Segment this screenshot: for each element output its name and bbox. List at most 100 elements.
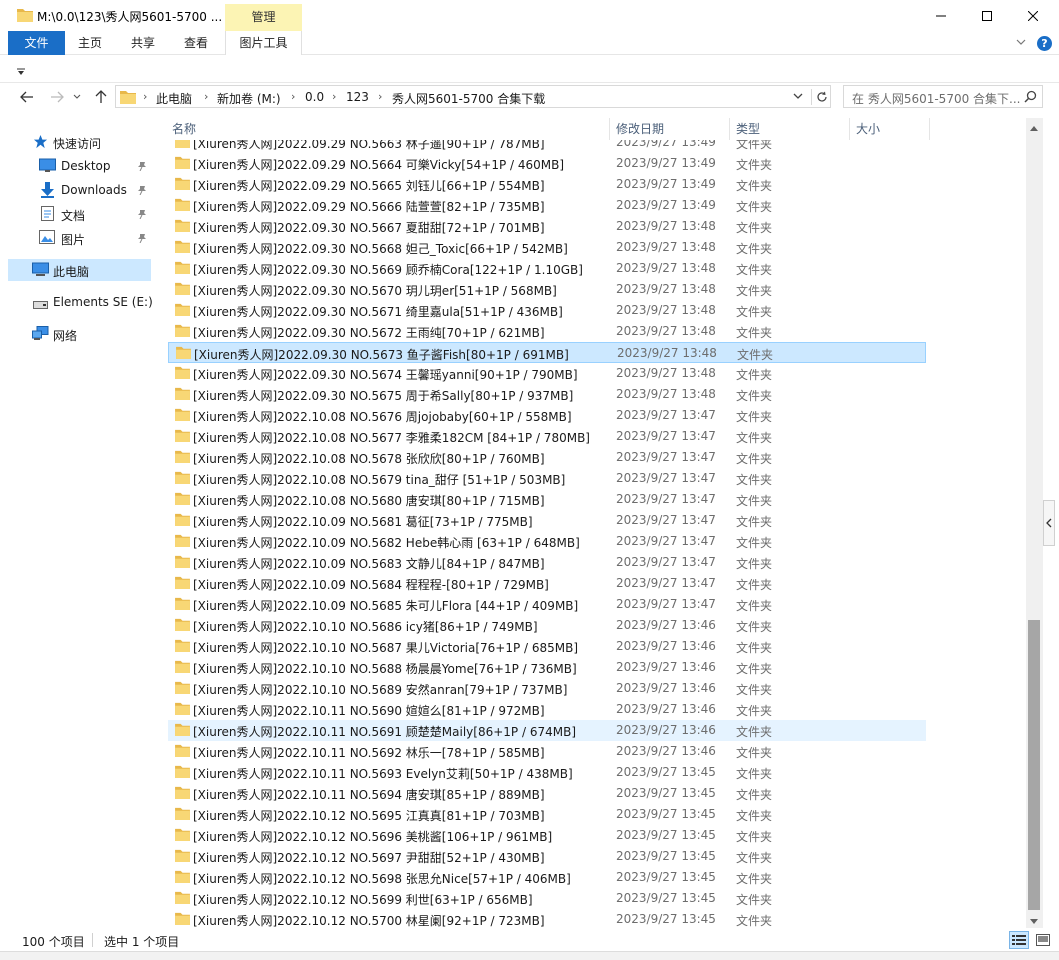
vertical-scrollbar[interactable] — [1026, 118, 1043, 928]
file-row[interactable]: [Xiuren秀人网]2022.09.30 NO.5674 王馨瑶yanni[9… — [168, 363, 926, 384]
large-icons-view-button[interactable] — [1033, 931, 1053, 949]
pin-icon[interactable] — [137, 184, 147, 198]
file-row[interactable]: [Xiuren秀人网]2022.10.09 NO.5684 程程程-[80+1P… — [168, 573, 926, 594]
file-row[interactable]: [Xiuren秀人网]2022.09.29 NO.5665 刘钰儿[66+1P … — [168, 174, 926, 195]
file-row[interactable]: [Xiuren秀人网]2022.10.11 NO.5694 唐安琪[85+1P … — [168, 783, 926, 804]
file-row[interactable]: [Xiuren秀人网]2022.10.10 NO.5686 icy猪[86+1P… — [168, 615, 926, 636]
file-row[interactable]: [Xiuren秀人网]2022.09.30 NO.5675 周于希Sally[8… — [168, 384, 926, 405]
file-row[interactable]: [Xiuren秀人网]2022.10.09 NO.5681 葛征[73+1P /… — [168, 510, 926, 531]
nav-item-this-pc[interactable]: 此电脑 — [8, 259, 151, 281]
file-row[interactable]: [Xiuren秀人网]2022.10.10 NO.5687 果儿Victoria… — [168, 636, 926, 657]
file-row[interactable]: [Xiuren秀人网]2022.10.09 NO.5683 文静儿[84+1P … — [168, 552, 926, 573]
file-row[interactable]: [Xiuren秀人网]2022.09.29 NO.5666 陆萱萱[82+1P … — [168, 195, 926, 216]
pin-icon[interactable] — [137, 208, 147, 222]
close-button[interactable] — [1010, 0, 1056, 31]
file-row[interactable]: [Xiuren秀人网]2022.09.29 NO.5664 可樂Vicky[54… — [168, 153, 926, 174]
column-header-type[interactable]: 类型 — [730, 118, 850, 140]
folder-icon — [175, 849, 190, 865]
file-row[interactable]: [Xiuren秀人网]2022.09.30 NO.5673 鱼子酱Fish[80… — [168, 342, 926, 363]
file-row[interactable]: [Xiuren秀人网]2022.10.11 NO.5691 顾楚楚Maily[8… — [168, 720, 926, 741]
file-row[interactable]: [Xiuren秀人网]2022.10.11 NO.5692 林乐一[78+1P … — [168, 741, 926, 762]
forward-button[interactable] — [46, 87, 68, 107]
file-row[interactable]: [Xiuren秀人网]2022.10.08 NO.5677 李雅柔182CM [… — [168, 426, 926, 447]
maximize-button[interactable] — [964, 0, 1010, 31]
chevron-right-icon[interactable]: › — [291, 90, 295, 103]
file-row[interactable]: [Xiuren秀人网]2022.10.08 NO.5679 tina_甜仔 [5… — [168, 468, 926, 489]
tab-picture-tools[interactable]: 图片工具 — [225, 31, 302, 55]
address-bar[interactable]: › 此电脑 › 新加卷 (M:) › 0.0 › 123 › 秀人网5601-5… — [115, 85, 831, 108]
column-header-date[interactable]: 修改日期 — [610, 118, 730, 140]
file-row[interactable]: [Xiuren秀人网]2022.09.30 NO.5667 夏甜甜[72+1P … — [168, 216, 926, 237]
breadcrumb-current-folder[interactable]: 秀人网5601-5700 合集下载 — [392, 90, 545, 107]
folder-icon — [175, 471, 190, 487]
breadcrumb-folder-0-0[interactable]: 0.0 — [305, 90, 324, 104]
tab-view[interactable]: 查看 — [172, 31, 220, 55]
file-row[interactable]: [Xiuren秀人网]2022.10.10 NO.5689 安然anran[79… — [168, 678, 926, 699]
scrollbar-thumb[interactable] — [1028, 620, 1040, 910]
pin-icon[interactable] — [137, 232, 147, 246]
file-row[interactable]: [Xiuren秀人网]2022.09.29 NO.5663 林子遥[90+1P … — [168, 140, 926, 153]
pin-icon[interactable] — [137, 160, 147, 174]
file-name: [Xiuren秀人网]2022.10.11 NO.5693 Evelyn艾莉[5… — [193, 767, 573, 781]
folder-icon — [175, 198, 190, 214]
file-row[interactable]: [Xiuren秀人网]2022.09.30 NO.5669 顾乔楠Cora[12… — [168, 258, 926, 279]
nav-item-downloads[interactable]: Downloads — [0, 179, 152, 201]
file-row[interactable]: [Xiuren秀人网]2022.10.09 NO.5685 朱可儿Flora [… — [168, 594, 926, 615]
search-icon[interactable] — [1024, 90, 1037, 106]
breadcrumb-drive[interactable]: 新加卷 (M:) — [217, 90, 281, 107]
nav-label: Elements SE (E:) — [53, 295, 153, 309]
scroll-up-icon[interactable] — [1030, 120, 1038, 134]
file-row[interactable]: [Xiuren秀人网]2022.10.08 NO.5678 张欣欣[80+1P … — [168, 447, 926, 468]
search-box[interactable]: 在 秀人网5601-5700 合集下... — [843, 85, 1043, 108]
tab-share[interactable]: 共享 — [118, 31, 168, 55]
search-input[interactable]: 在 秀人网5601-5700 合集下... — [852, 90, 1024, 107]
help-icon[interactable]: ? — [1037, 36, 1052, 51]
preview-pane-toggle[interactable] — [1043, 500, 1055, 546]
file-row[interactable]: [Xiuren秀人网]2022.09.30 NO.5672 王雨纯[70+1P … — [168, 321, 926, 342]
nav-item-drive-e[interactable]: Elements SE (E:) — [0, 291, 153, 313]
up-button[interactable] — [90, 87, 112, 107]
chevron-right-icon[interactable]: › — [143, 90, 147, 103]
nav-item-desktop[interactable]: Desktop — [0, 155, 152, 177]
tab-file[interactable]: 文件 — [8, 31, 65, 55]
file-row[interactable]: [Xiuren秀人网]2022.09.30 NO.5671 绮里嘉ula[51+… — [168, 300, 926, 321]
file-row[interactable]: [Xiuren秀人网]2022.10.12 NO.5696 美桃酱[106+1P… — [168, 825, 926, 846]
file-row[interactable]: [Xiuren秀人网]2022.10.09 NO.5682 Hebe韩心雨 [6… — [168, 531, 926, 552]
details-view-button[interactable] — [1009, 931, 1029, 949]
nav-item-pictures[interactable]: 图片 — [0, 227, 152, 249]
customize-toolbar-icon[interactable] — [16, 65, 26, 79]
file-row[interactable]: [Xiuren秀人网]2022.10.12 NO.5697 尹甜甜[52+1P … — [168, 846, 926, 867]
file-row[interactable]: [Xiuren秀人网]2022.10.10 NO.5688 杨晨晨Yome[76… — [168, 657, 926, 678]
file-row[interactable]: [Xiuren秀人网]2022.10.12 NO.5700 林星阑[92+1P … — [168, 909, 926, 929]
nav-item-network[interactable]: 网络 — [0, 323, 152, 345]
minimize-button[interactable] — [918, 0, 964, 31]
file-row[interactable]: [Xiuren秀人网]2022.10.12 NO.5698 张思允Nice[57… — [168, 867, 926, 888]
nav-item-documents[interactable]: 文档 — [0, 203, 152, 225]
scroll-down-icon[interactable] — [1030, 914, 1038, 928]
file-list[interactable]: [Xiuren秀人网]2022.09.29 NO.5663 林子遥[90+1P … — [160, 140, 1026, 929]
file-row[interactable]: [Xiuren秀人网]2022.10.12 NO.5699 利世[63+1P /… — [168, 888, 926, 909]
recent-locations-button[interactable] — [71, 87, 83, 107]
chevron-down-icon[interactable] — [1015, 36, 1027, 51]
column-header-name[interactable]: 名称 — [160, 118, 610, 140]
file-row[interactable]: [Xiuren秀人网]2022.10.12 NO.5695 江真真[81+1P … — [168, 804, 926, 825]
file-row[interactable]: [Xiuren秀人网]2022.10.08 NO.5676 周jojobaby[… — [168, 405, 926, 426]
breadcrumb-this-pc[interactable]: 此电脑 — [156, 90, 192, 107]
column-header-size[interactable]: 大小 — [850, 118, 930, 140]
tab-home[interactable]: 主页 — [66, 31, 114, 55]
address-history-button[interactable] — [792, 89, 804, 106]
nav-quick-access[interactable]: 快速访问 — [0, 131, 152, 153]
breadcrumb-folder-123[interactable]: 123 — [346, 90, 369, 104]
chevron-right-icon[interactable]: › — [378, 90, 382, 103]
back-button[interactable] — [16, 87, 38, 107]
file-row[interactable]: [Xiuren秀人网]2022.09.30 NO.5668 妲己_Toxic[6… — [168, 237, 926, 258]
chevron-right-icon[interactable]: › — [332, 90, 336, 103]
file-row[interactable]: [Xiuren秀人网]2022.10.11 NO.5690 媗媗么[81+1P … — [168, 699, 926, 720]
chevron-right-icon[interactable]: › — [204, 90, 208, 103]
refresh-button[interactable] — [811, 89, 831, 105]
file-row[interactable]: [Xiuren秀人网]2022.10.08 NO.5680 唐安琪[80+1P … — [168, 489, 926, 510]
context-tab-manage[interactable]: 管理 — [225, 4, 302, 31]
file-row[interactable]: [Xiuren秀人网]2022.10.11 NO.5693 Evelyn艾莉[5… — [168, 762, 926, 783]
quick-access-toolbar — [0, 56, 1059, 83]
file-row[interactable]: [Xiuren秀人网]2022.09.30 NO.5670 玥儿玥er[51+1… — [168, 279, 926, 300]
